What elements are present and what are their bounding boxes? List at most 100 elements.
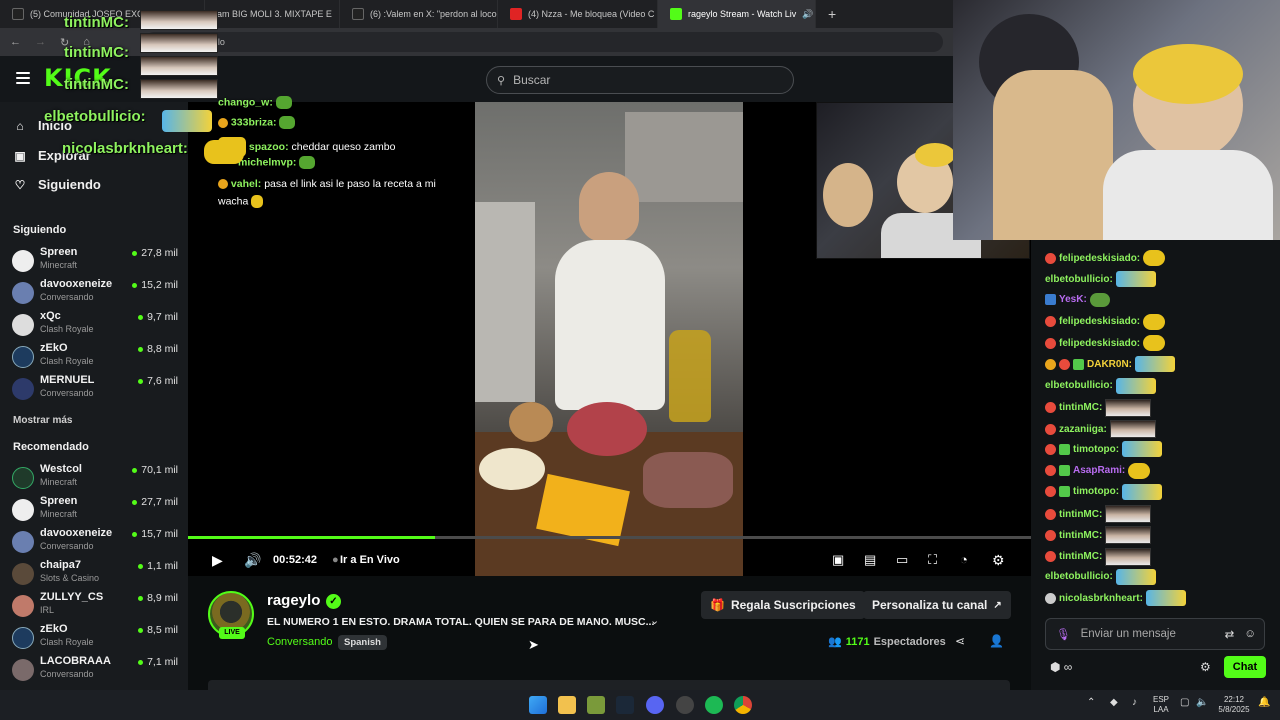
chat-username[interactable]: felipedeskisiado:	[1059, 338, 1140, 349]
sidebar-channel[interactable]: davooxeneize Conversando 15,2 mil	[12, 278, 178, 308]
mic-tray-icon[interactable]: ♪	[1132, 698, 1137, 708]
new-tab-button[interactable]: +	[816, 6, 836, 22]
progress-fill	[188, 536, 435, 539]
play-icon[interactable]: ▶	[212, 552, 223, 569]
clip-icon[interactable]: ▤	[864, 552, 876, 568]
minecraft-icon[interactable]	[587, 696, 605, 714]
network-tray-icon[interactable]: ◆	[1110, 698, 1118, 708]
chat-username[interactable]: YesK:	[1059, 294, 1087, 305]
sidebar-channel[interactable]: Spreen Minecraft 27,7 mil	[12, 495, 178, 525]
browser-tab[interactable]: (4) Nzza - Me bloquea (Video C✕	[498, 0, 658, 28]
search-placeholder: Buscar	[513, 73, 551, 87]
emoji-icon[interactable]: ☺	[1244, 628, 1256, 640]
chat-username[interactable]: timotopo:	[1073, 444, 1119, 455]
nav-following[interactable]: ♡ Siguiendo	[14, 177, 101, 192]
pip-icon[interactable]: ▣	[832, 552, 844, 568]
discord-icon[interactable]	[646, 696, 664, 714]
share-icon[interactable]: ⋖	[955, 634, 965, 648]
sidebar-channel[interactable]: davooxeneize Conversando 15,7 mil	[12, 527, 178, 557]
customize-channel-button[interactable]: Personaliza tu canal ↗	[863, 591, 1011, 619]
chat-username[interactable]: timotopo:	[1073, 486, 1119, 497]
forward-icon[interactable]: →	[35, 36, 46, 48]
chat-emote-icon	[1143, 250, 1166, 266]
chat-emote-icon	[1105, 398, 1152, 417]
sidebar-channel[interactable]: xQc Clash Royale 9,7 mil	[12, 310, 178, 340]
volume-icon[interactable]: 🔊	[244, 552, 261, 569]
sidebar-channel[interactable]: Spreen Minecraft 27,8 mil	[12, 246, 178, 276]
language-tag[interactable]: Spanish	[338, 635, 387, 650]
users-icon: 👥	[828, 636, 842, 648]
show-more-link[interactable]: Mostrar más	[13, 415, 72, 426]
address-bar[interactable]: kick.com/rageylo	[143, 32, 943, 52]
speaker-tray-icon[interactable]: 🔈	[1196, 698, 1208, 708]
notification-icon[interactable]: 🔔	[1258, 698, 1270, 708]
chat-username[interactable]: felipedeskisiado:	[1059, 253, 1140, 264]
overlay-chat-line: wacha	[218, 195, 264, 208]
file-explorer-icon[interactable]	[558, 696, 576, 714]
sidebar-channel[interactable]: Westcol Minecraft 70,1 mil	[12, 463, 178, 493]
chat-badge-icon	[1045, 294, 1056, 305]
sidebar-channel[interactable]: ZULLYY_CS IRL 8,9 mil	[12, 591, 178, 621]
sidebar-channel[interactable]: MERNUEL Conversando 7,6 mil	[12, 374, 178, 404]
chat-send-button[interactable]: Chat	[1224, 656, 1266, 678]
fullscreen-icon[interactable]: ⛶	[928, 552, 937, 568]
language-indicator[interactable]: ESP LAA	[1152, 695, 1170, 715]
search-input[interactable]: ⚲ Buscar	[486, 66, 794, 94]
steam-icon[interactable]	[616, 696, 634, 714]
channel-name[interactable]: rageylo	[267, 592, 320, 609]
obs-icon[interactable]	[676, 696, 694, 714]
sidebar-channel[interactable]: zEkO Clash Royale 8,8 mil	[12, 342, 178, 372]
back-icon[interactable]: ←	[10, 36, 21, 48]
go-live-button[interactable]: Ir a En Vivo	[340, 554, 400, 566]
chat-badge-icon	[1059, 465, 1070, 476]
theater-icon[interactable]: ▭	[896, 552, 908, 568]
points-icon[interactable]: ⬢ ∞	[1050, 660, 1072, 674]
sidebar-channel[interactable]: LACOBRAAA Conversando 7,1 mil	[12, 655, 178, 685]
sidebar-channel[interactable]: zEkO Clash Royale 8,5 mil	[12, 623, 178, 653]
chat-input[interactable]: 🎙 Enviar un mensaje ⇄ ☺	[1045, 618, 1265, 650]
category-link[interactable]: Conversando	[267, 636, 332, 648]
chat-username[interactable]: elbetobullicio:	[1045, 571, 1113, 582]
browser-tab[interactable]: (6) :Valem en X: "perdon al loco✕	[340, 0, 498, 28]
chat-emote-icon	[1105, 505, 1152, 523]
sidebar-channel[interactable]: chaipa7 Slots & Casino 1,1 mil	[12, 559, 178, 589]
hamburger-menu-icon[interactable]	[16, 72, 30, 84]
microphone-icon[interactable]: 🎙	[1056, 627, 1071, 641]
gift-subs-button[interactable]: 🎁 Regala Suscripciones	[701, 591, 865, 619]
speaker-icon[interactable]: 🔊	[802, 9, 813, 20]
chat-badge-icon	[1045, 402, 1056, 414]
chevron-up-icon[interactable]: ⌃	[1087, 698, 1095, 708]
chat-username[interactable]: tintinMC:	[1059, 402, 1102, 413]
chat-username[interactable]: tintinMC:	[1059, 509, 1102, 520]
chat-badge-icon	[1045, 358, 1056, 370]
display-tray-icon[interactable]: ▢	[1180, 698, 1189, 708]
clock[interactable]: 22:12 5/8/2025	[1214, 695, 1254, 715]
chat-username[interactable]: DAKR0N:	[1087, 359, 1132, 370]
chat-username[interactable]: zazaniiga:	[1059, 424, 1107, 435]
chat-username[interactable]: elbetobullicio:	[1045, 380, 1113, 391]
browser-tab[interactable]: am BIG MOLI 3. MIXTAPE E✕	[205, 0, 340, 28]
chat-username[interactable]: nicolasbrknheart:	[1059, 593, 1143, 604]
chat-settings-icon[interactable]: ⚙	[1200, 660, 1211, 674]
spotify-icon[interactable]	[705, 696, 723, 714]
live-dot-icon	[132, 282, 138, 288]
follow-user-icon[interactable]: 👤	[989, 634, 1004, 648]
chevron-down-icon[interactable]: ⌄	[650, 614, 659, 627]
chat-username[interactable]: tintinMC:	[1059, 530, 1102, 541]
chat-username[interactable]: felipedeskisiado:	[1059, 316, 1140, 327]
translate-icon[interactable]: ⇄	[1225, 627, 1235, 641]
chat-username[interactable]: elbetobullicio:	[1045, 274, 1113, 285]
chat-message: tintinMC:	[1045, 398, 1152, 417]
settings-icon[interactable]: ⚙	[992, 552, 1005, 569]
chat-badge-icon	[1045, 316, 1056, 328]
browser-tab-active[interactable]: rageylo Stream - Watch Liv🔊✕	[658, 0, 816, 28]
chat-badge-icon	[1045, 508, 1056, 520]
chat-emote-icon	[1115, 377, 1156, 394]
speed-icon[interactable]: ◔	[960, 552, 968, 567]
live-dot-icon	[138, 378, 144, 384]
home-icon: ⌂	[16, 118, 24, 133]
chat-username[interactable]: tintinMC:	[1059, 551, 1102, 562]
chat-username[interactable]: AsapRami:	[1073, 465, 1125, 476]
windows-start-icon[interactable]	[529, 696, 547, 714]
chrome-icon[interactable]	[734, 696, 752, 714]
